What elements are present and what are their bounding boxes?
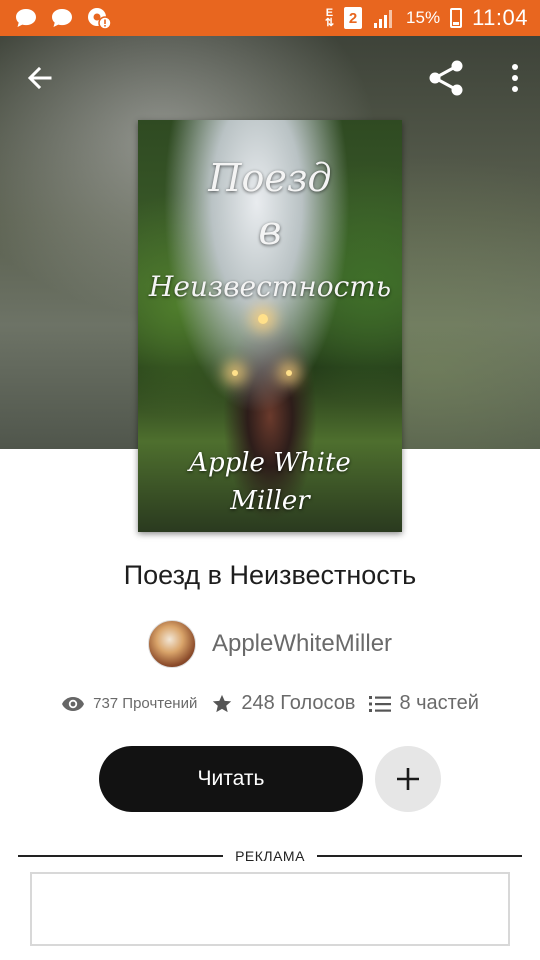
network-type-indicator: E ⇅	[324, 7, 335, 29]
chat-bubble-icon	[16, 9, 36, 27]
star-icon	[213, 694, 232, 712]
cover-title-line: Неизвестность	[148, 270, 392, 303]
add-to-library-button[interactable]	[375, 746, 441, 812]
train-light	[286, 370, 292, 376]
back-button[interactable]	[24, 63, 54, 93]
status-bar: E ⇅ 2 15% 11:04	[0, 0, 540, 36]
battery-percent: 15%	[406, 8, 441, 27]
train-light	[258, 314, 268, 324]
read-button-label: Читать	[197, 767, 265, 790]
more-options-button[interactable]	[510, 63, 520, 93]
cover-author-line: Miller	[230, 486, 310, 516]
arrow-left-icon	[27, 66, 52, 90]
system-indicators: E ⇅ 2 15% 11:04	[325, 5, 528, 31]
votes-stat: 248 Голосов	[211, 692, 355, 715]
chat-bubble-icon	[52, 9, 72, 27]
book-cover[interactable]: Поезд в Неизвестность Apple White Miller	[138, 120, 402, 532]
author-avatar[interactable]	[147, 620, 196, 668]
story-title: Поезд в Неизвестность	[123, 560, 417, 590]
share-icon	[429, 60, 463, 96]
eye-icon	[62, 696, 85, 711]
author-name[interactable]: AppleWhiteMiller	[212, 630, 392, 658]
signal-icon	[374, 10, 393, 28]
divider-line	[316, 855, 523, 857]
cover-author-line: Apple White	[189, 448, 351, 478]
ad-divider: РЕКЛАМА	[18, 848, 523, 864]
train-light	[232, 370, 238, 376]
more-vertical-icon	[512, 64, 518, 92]
plus-icon	[397, 768, 419, 790]
toolbar-actions	[426, 58, 520, 98]
share-button[interactable]	[426, 58, 466, 98]
cover-title-line: Поезд	[208, 156, 332, 200]
reads-count: 737 Прочтений	[93, 695, 198, 712]
parts-stat[interactable]: 8 частей	[369, 692, 479, 715]
votes-count: 248 Голосов	[241, 692, 356, 714]
story-stats: 737 Прочтений 248 Голосов 8 частей	[0, 692, 540, 715]
read-button[interactable]: Читать	[99, 746, 363, 812]
clock: 11:04	[472, 5, 528, 30]
list-icon	[369, 695, 392, 712]
reads-stat: 737 Прочтений	[61, 695, 197, 713]
settings-alert-icon	[88, 8, 112, 30]
battery-icon	[450, 8, 463, 28]
parts-count[interactable]: 8 частей	[399, 692, 478, 715]
ad-slot[interactable]	[30, 872, 510, 946]
divider-line	[18, 855, 224, 857]
top-toolbar	[0, 42, 540, 114]
notification-icons	[14, 6, 112, 30]
ad-label: РЕКЛАМА	[235, 848, 305, 864]
sim-badge: 2	[344, 7, 363, 29]
cover-title-line: в	[258, 208, 282, 254]
author-link[interactable]: AppleWhiteMiller	[0, 620, 540, 668]
network-type-label: E	[325, 7, 334, 19]
